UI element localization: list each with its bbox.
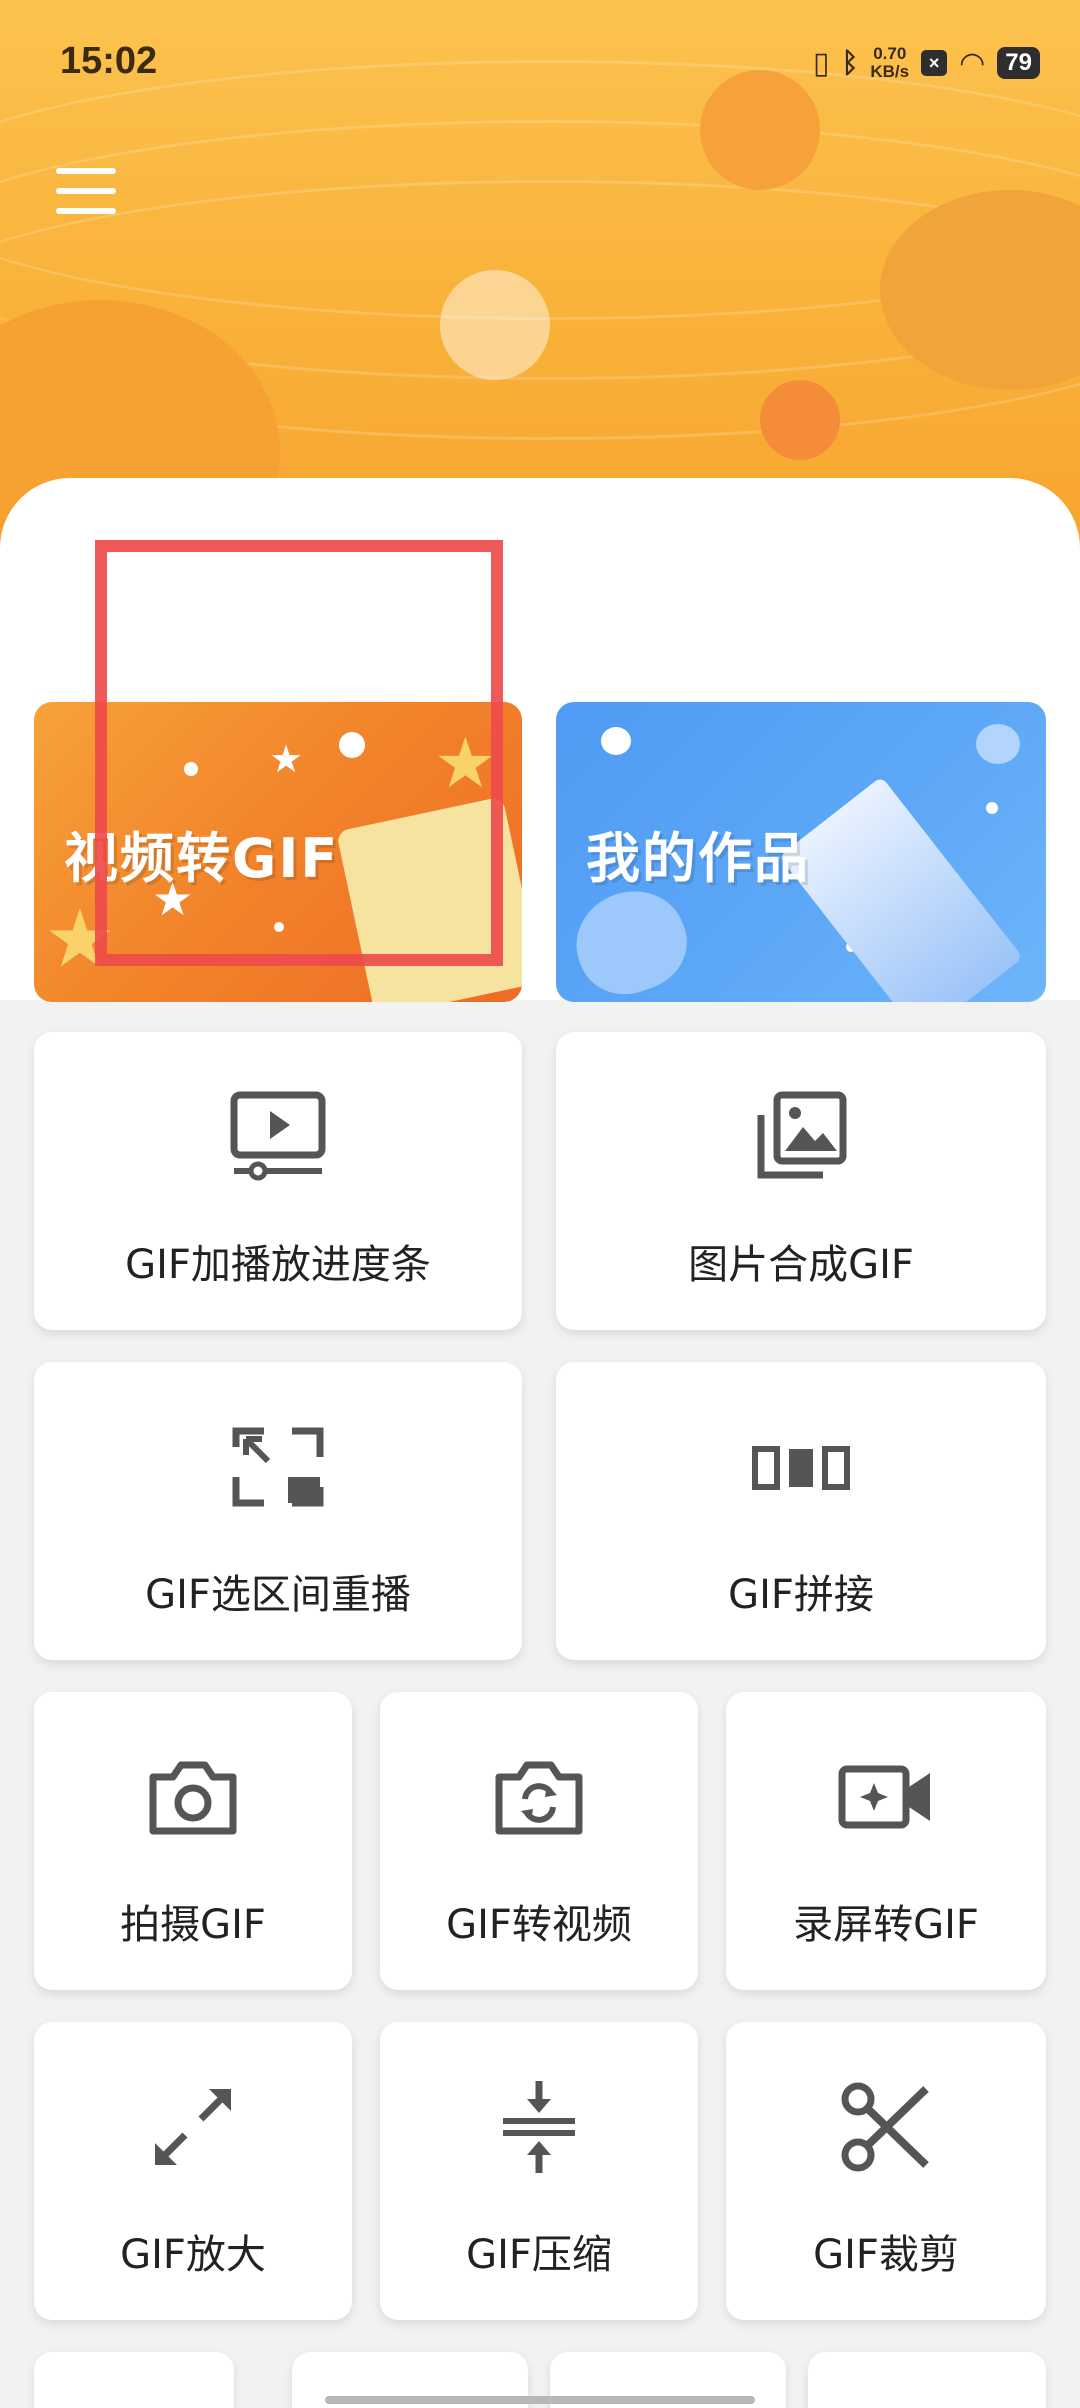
bluetooth-icon: ᛒ — [841, 47, 859, 78]
decor-heart — [440, 270, 550, 380]
net-speed-value: 0.70 — [873, 44, 907, 63]
banner-title: 我的作品 — [586, 827, 810, 890]
tool-label: GIF压缩 — [466, 2232, 612, 2278]
video-record-icon — [838, 1765, 930, 1829]
tool-card-partial[interactable] — [808, 2352, 1046, 2408]
heart-icon — [562, 876, 700, 1002]
tool-card-crop[interactable]: GIF裁剪 — [726, 2022, 1046, 2320]
tool-card-compress[interactable]: GIF压缩 — [380, 2022, 698, 2320]
hamburger-menu-icon[interactable] — [56, 168, 116, 214]
compress-icon — [503, 2081, 575, 2173]
x-icon: × — [921, 50, 948, 76]
tool-card-gif-to-video[interactable]: GIF转视频 — [380, 1692, 698, 1990]
menu-line — [56, 168, 116, 174]
status-bar: 15:02 ▯ ᛒ 0.70 KB/s × ◠ 79 — [0, 0, 1080, 130]
range-expand-icon — [232, 1427, 324, 1507]
expand-arrows-icon — [155, 2089, 231, 2165]
video-progress-icon — [230, 1091, 326, 1181]
net-speed-unit: KB/s — [870, 62, 910, 81]
tool-card-splice[interactable]: GIF拼接 — [556, 1362, 1046, 1660]
camera-icon — [149, 1761, 237, 1835]
tool-card-images-to-gif[interactable]: 图片合成GIF — [556, 1032, 1046, 1330]
home-indicator[interactable] — [325, 2396, 755, 2404]
tool-card-shoot-gif[interactable]: 拍摄GIF — [34, 1692, 352, 1990]
tool-card-partial[interactable] — [34, 2352, 234, 2408]
heart-icon — [601, 727, 631, 755]
tool-label: GIF选区间重播 — [145, 1572, 411, 1618]
decor-dot — [986, 802, 998, 814]
menu-line — [56, 188, 116, 194]
tool-label: 录屏转GIF — [793, 1902, 979, 1948]
menu-line — [56, 208, 116, 214]
tool-card-progress[interactable]: GIF加播放进度条 — [34, 1032, 522, 1330]
photo-stack-icon — [757, 1091, 847, 1179]
scissors-icon — [841, 2082, 929, 2172]
tool-label: 拍摄GIF — [120, 1902, 266, 1948]
tool-label: GIF放大 — [120, 2232, 266, 2278]
my-works-banner[interactable]: 我的作品 — [556, 702, 1046, 1002]
tool-card-screen-record[interactable]: 录屏转GIF — [726, 1692, 1046, 1990]
net-speed: 0.70 KB/s — [870, 45, 909, 81]
status-time: 15:02 — [60, 40, 158, 82]
decor-heart — [760, 380, 840, 460]
tool-label: GIF加播放进度条 — [125, 1242, 431, 1288]
tool-label: GIF转视频 — [446, 1902, 632, 1948]
battery-indicator: 79 — [997, 47, 1040, 79]
wifi-icon: ◠ — [959, 46, 986, 80]
tool-label: GIF裁剪 — [813, 2232, 959, 2278]
tool-label: GIF拼接 — [728, 1572, 874, 1618]
tool-label: 图片合成GIF — [688, 1242, 914, 1288]
status-icons: ▯ ᛒ 0.70 KB/s × ◠ 79 — [813, 40, 1040, 86]
splice-frames-icon — [752, 1446, 850, 1490]
tool-card-range-replay[interactable]: GIF选区间重播 — [34, 1362, 522, 1660]
highlight-box — [95, 540, 503, 966]
vibrate-icon: ▯ — [813, 46, 830, 80]
heart-icon — [976, 724, 1020, 764]
tool-card-enlarge[interactable]: GIF放大 — [34, 2022, 352, 2320]
camera-rotate-icon — [495, 1761, 583, 1835]
